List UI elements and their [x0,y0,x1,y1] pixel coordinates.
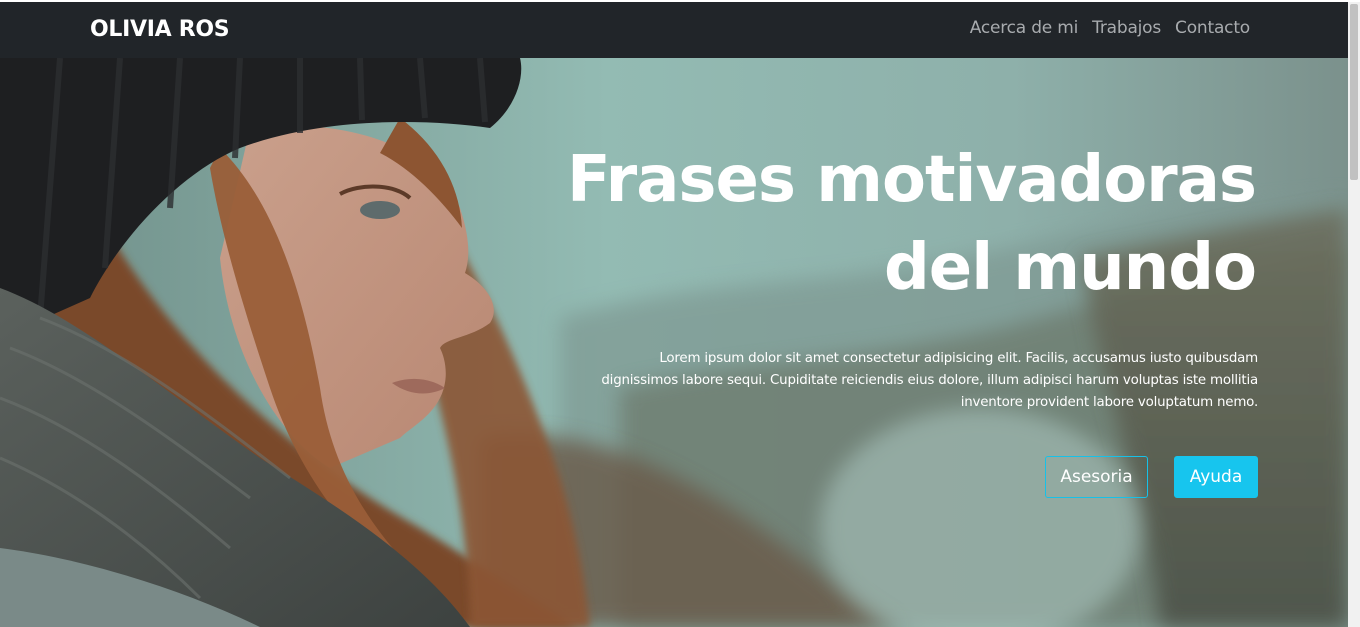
hero-description-line3: inventore provident labore voluptatum ne… [960,395,1259,410]
page-scrollbar[interactable] [1348,2,1360,627]
hero-title-line1: Frases motivadoras [567,143,1257,217]
ayuda-button[interactable]: Ayuda [1174,456,1258,498]
nav-link-trabajos[interactable]: Trabajos [1092,18,1161,38]
hero-section: Frases motivadoras del mundo Lorem ipsum… [0,58,1348,627]
scrollbar-thumb[interactable] [1350,4,1358,180]
page: OLIVIA ROS Acerca de mi Trabajos Contact… [0,0,1360,627]
brand-logo[interactable]: OLIVIA ROS [90,17,230,42]
navbar: OLIVIA ROS Acerca de mi Trabajos Contact… [0,2,1348,58]
nav-links: Acerca de mi Trabajos Contacto [970,18,1251,38]
asesoria-button[interactable]: Asesoria [1045,456,1148,498]
hero-description: Lorem ipsum dolor sit amet consectetur a… [578,348,1258,414]
hero-title-line2: del mundo [883,231,1257,305]
nav-link-acerca[interactable]: Acerca de mi [970,18,1079,38]
hero-description-line2: dignissimos labore sequi. Cupiditate rei… [601,373,1258,388]
hero-title: Frases motivadoras del mundo [496,136,1257,312]
hero-description-line1: Lorem ipsum dolor sit amet consectetur a… [659,351,1258,366]
nav-link-contacto[interactable]: Contacto [1175,18,1250,38]
